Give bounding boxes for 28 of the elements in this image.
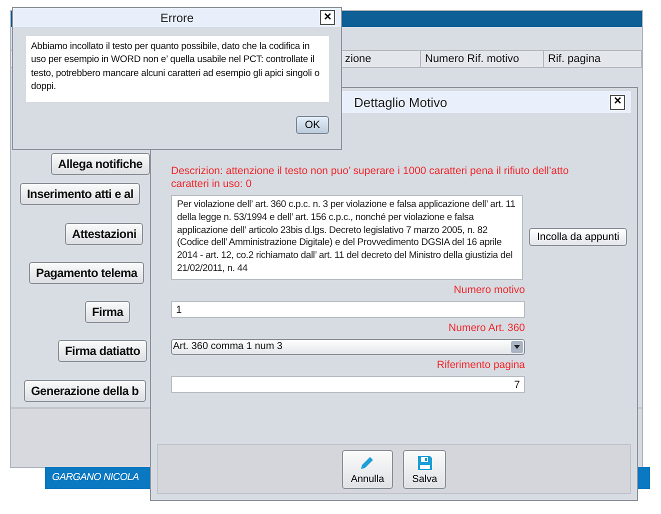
action-button[interactable]: Generazione della b [24, 380, 146, 402]
close-button[interactable]: ✕ [610, 94, 625, 110]
paste-button[interactable]: Incolla da appunti [529, 228, 628, 246]
error-message: Abbiamo incollato il testo per quanto possibile, dato che la codifica in uso per esempio in WORD non e’ quella usabile nel PCT: controllate il testo, potrebbero mancare alcuni caratteri ad esempio gli apici singoli o doppi. [26, 36, 329, 102]
action-button[interactable]: Pagamento telema [29, 262, 144, 284]
action-button[interactable]: Inserimento atti e al [20, 183, 140, 205]
close-button[interactable]: ✕ [320, 10, 335, 25]
dialog-title: Dettaglio Motivo [354, 94, 448, 110]
dropdown[interactable]: Art. 360 comma 1 num 3 [171, 338, 525, 355]
field-label: Riferimento pagina [436, 358, 525, 372]
dialog-title: Errore [160, 10, 194, 24]
warning-text: Descrizion: attenzione il testo non puo’ superare i 1000 caratteri pena il rifiuto dell’atto [171, 165, 570, 178]
field-label: Numero motivo [452, 284, 525, 297]
input-field[interactable]: 1 [171, 300, 525, 318]
action-button[interactable]: Attestazioni [65, 223, 144, 245]
column-header[interactable]: Rif. pagina [544, 51, 642, 67]
action-button[interactable]: Firma datiatto [58, 340, 148, 362]
ok-button[interactable]: OK [296, 116, 329, 134]
field-label: Numero Art. 360 [448, 322, 525, 335]
dialog-button[interactable]: Annulla [342, 450, 394, 488]
user-name: GARGANO NICOLA [52, 472, 139, 483]
column-header[interactable]: Numero Rif. motivo [421, 51, 544, 67]
action-button[interactable]: Firma [85, 301, 130, 323]
description-field[interactable]: Per violazione dell’ art. 360 c.p.c. n. 3 per violazione e falsa applicazione dell’ art. 11 della legge n. 53/1994 e dell’ art. 156 c.p.c., nonché per violazione e falsa applicazione dell’ articolo 23bis d.lgs. Decreto legislativo 7 marzo 2005, n. 82 (Codice dell’ Amministrazione Digitale) e del Provvedimento DGSIA del 16 aprile 2014 - art. 12, co.2 richiamato dall’ art. 11 del decreto del Ministro della giustizia del 21/02/2011, n. 44 [171, 195, 523, 280]
dialog-button[interactable]: Salva [403, 450, 446, 488]
input-field[interactable]: 7 [171, 376, 525, 393]
char-count: caratteri in uso: 0 [171, 178, 253, 191]
action-button[interactable]: Allega notifiche [51, 153, 150, 175]
